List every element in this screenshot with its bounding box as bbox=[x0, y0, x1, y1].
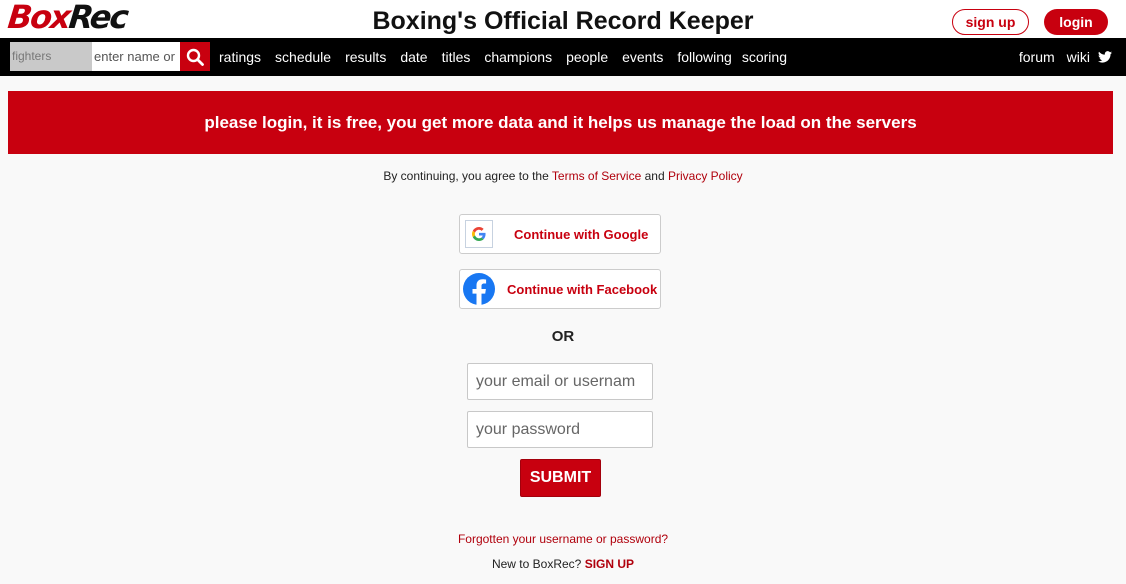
nav-links: ratings schedule results date titles cha… bbox=[219, 38, 801, 76]
search-icon bbox=[186, 48, 204, 66]
google-icon bbox=[465, 220, 493, 248]
nav-item-titles[interactable]: titles bbox=[442, 49, 471, 65]
agree-and: and bbox=[644, 169, 665, 183]
submit-button[interactable]: SUBMIT bbox=[520, 459, 601, 497]
facebook-icon bbox=[463, 273, 495, 305]
nav-item-scoring[interactable]: scoring bbox=[742, 49, 787, 65]
signup-link[interactable]: SIGN UP bbox=[585, 557, 634, 571]
nav-item-date[interactable]: date bbox=[400, 49, 427, 65]
signup-button[interactable]: sign up bbox=[952, 9, 1029, 35]
nav-item-events[interactable]: events bbox=[622, 49, 663, 65]
main-nav: fighters ratings schedule results date t… bbox=[0, 38, 1126, 76]
nav-item-forum[interactable]: forum bbox=[1019, 49, 1055, 65]
privacy-link[interactable]: Privacy Policy bbox=[668, 169, 743, 183]
nav-item-results[interactable]: results bbox=[345, 49, 386, 65]
nav-item-people[interactable]: people bbox=[566, 49, 608, 65]
facebook-button-label: Continue with Facebook bbox=[507, 281, 658, 297]
continue-with-google-button[interactable]: Continue with Google bbox=[459, 214, 661, 254]
nav-item-wiki[interactable]: wiki bbox=[1067, 49, 1090, 65]
google-button-label: Continue with Google bbox=[514, 226, 649, 242]
terms-link[interactable]: Terms of Service bbox=[552, 169, 641, 183]
nav-right: forum wiki bbox=[1007, 38, 1112, 76]
or-divider: OR bbox=[551, 328, 575, 345]
login-banner: please login, it is free, you get more d… bbox=[8, 91, 1113, 154]
nav-item-following[interactable]: following bbox=[677, 49, 731, 65]
continue-with-facebook-button[interactable]: Continue with Facebook bbox=[459, 269, 661, 309]
search-category-select[interactable]: fighters bbox=[10, 42, 92, 71]
nav-item-champions[interactable]: champions bbox=[484, 49, 552, 65]
nav-item-ratings[interactable]: ratings bbox=[219, 49, 261, 65]
agree-prefix: By continuing, you agree to the bbox=[383, 169, 549, 183]
signup-prompt-text: New to BoxRec? bbox=[491, 557, 582, 571]
password-field[interactable] bbox=[467, 411, 653, 448]
forgot-credentials-link[interactable]: Forgotten your username or password? bbox=[0, 532, 1126, 546]
signup-prompt: New to BoxRec? SIGN UP bbox=[0, 557, 1126, 571]
search-input[interactable] bbox=[92, 42, 180, 71]
twitter-icon[interactable] bbox=[1098, 51, 1112, 63]
nav-item-schedule[interactable]: schedule bbox=[275, 49, 331, 65]
header: BoxRec Boxing's Official Record Keeper s… bbox=[0, 0, 1126, 38]
terms-agreement: By continuing, you agree to the Terms of… bbox=[0, 169, 1126, 183]
login-button[interactable]: login bbox=[1044, 9, 1108, 35]
email-or-username-field[interactable] bbox=[467, 363, 653, 400]
search-button[interactable] bbox=[180, 42, 210, 71]
